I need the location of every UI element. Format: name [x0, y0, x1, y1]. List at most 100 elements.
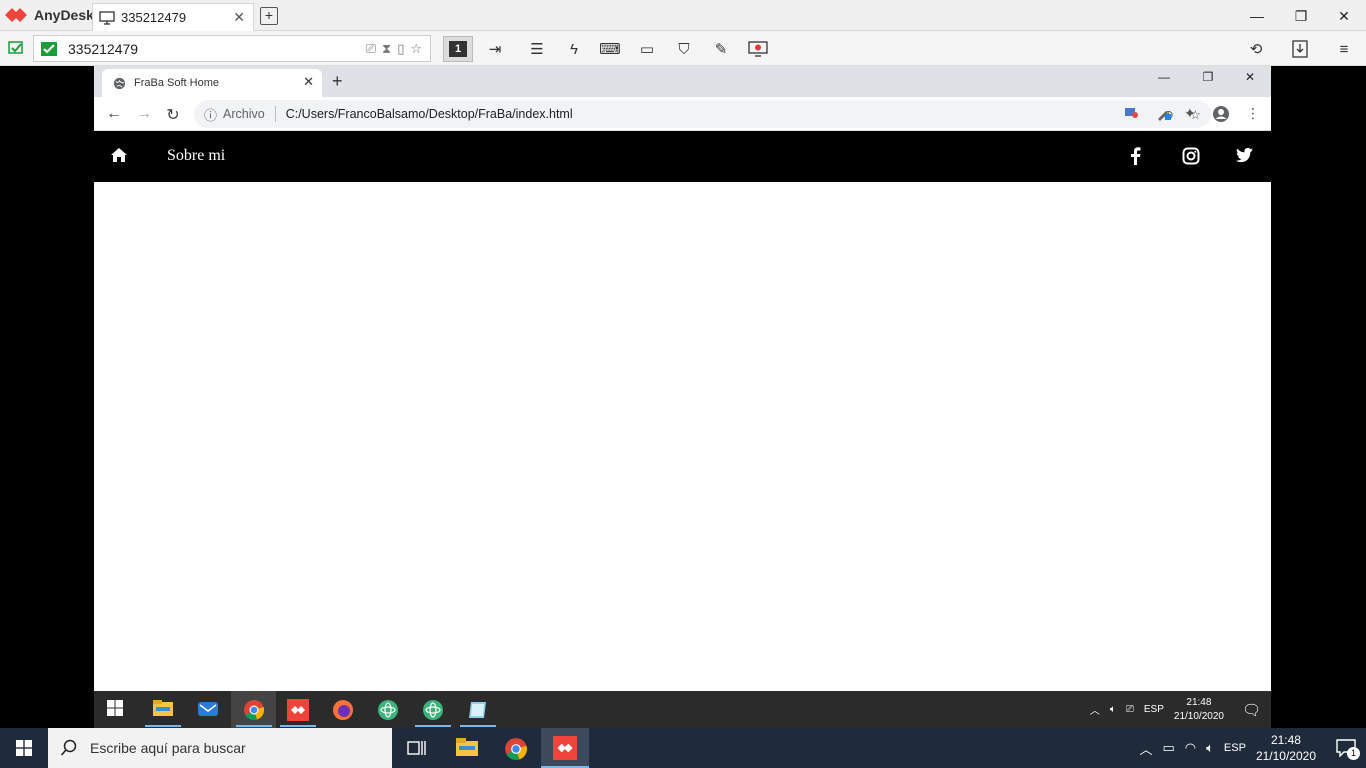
- restore-button[interactable]: ❐: [1279, 4, 1323, 28]
- address-url: C:/Users/FrancoBalsamo/Desktop/FraBa/ind…: [285, 107, 573, 121]
- battery-icon[interactable]: ▭: [1162, 740, 1174, 756]
- screen-off-icon[interactable]: ⎚: [366, 41, 376, 57]
- nav-link-sobre-mi[interactable]: Sobre mi: [167, 147, 225, 165]
- action-lightning-icon[interactable]: ϟ: [562, 37, 586, 61]
- file-transfer-icon[interactable]: ⇥: [483, 37, 507, 61]
- record-icon[interactable]: [746, 37, 770, 61]
- browser-tab[interactable]: FraBa Soft Home ✕: [102, 69, 322, 97]
- anydesk-session-tab[interactable]: 335212479 ✕: [92, 3, 254, 31]
- remote-language-indicator[interactable]: ESP: [1144, 704, 1164, 715]
- extensions-puzzle-icon[interactable]: ✦: [1184, 105, 1196, 122]
- anydesk-logo-icon: [5, 8, 27, 22]
- time: 21:48: [1270, 733, 1301, 747]
- remote-time: 21:48: [1186, 696, 1212, 708]
- taskbar-search-box[interactable]: Escribe aquí para buscar: [48, 728, 392, 768]
- remote-file-explorer-icon[interactable]: [152, 699, 174, 721]
- anydesk-toolbar: 335212479 ⎚ ⧗ ▯ ☆ 1 ⇥ ☰ ϟ ⌨ ▭ ⛉ ✎ ⟲ ≡: [0, 31, 1366, 66]
- remote-atom-app-icon-2[interactable]: [422, 699, 444, 721]
- chrome-icon[interactable]: [504, 737, 528, 761]
- start-windows-icon[interactable]: [0, 728, 48, 768]
- permissions-shield-icon[interactable]: ⛉: [672, 37, 696, 61]
- new-tab-button[interactable]: +: [332, 71, 343, 92]
- instagram-icon[interactable]: [1182, 147, 1200, 165]
- remote-system-tray: ︿ 🔈︎ ⎚ ESP 21:48 21/10/2020 🗨︎: [1090, 691, 1261, 728]
- info-icon[interactable]: ⓘ: [204, 105, 217, 124]
- active-indicator: [280, 725, 316, 727]
- remote-firefox-icon[interactable]: [332, 699, 354, 721]
- forward-arrow-icon[interactable]: →: [134, 105, 154, 123]
- eyedropper-extension-icon[interactable]: [1156, 105, 1172, 121]
- favorite-star-icon[interactable]: ☆: [410, 41, 422, 57]
- back-arrow-icon[interactable]: ←: [104, 105, 124, 123]
- globe-icon: [113, 77, 126, 89]
- display-icon[interactable]: ▭: [635, 37, 659, 61]
- local-taskbar: Escribe aquí para buscar ︿ ▭ ◠ 🔈︎ ESP 21…: [0, 728, 1366, 768]
- remote-mail-icon[interactable]: [197, 699, 219, 721]
- twitter-icon[interactable]: [1236, 147, 1254, 163]
- chat-icon[interactable]: ☰: [525, 37, 549, 61]
- file-explorer-icon[interactable]: [455, 737, 479, 761]
- minimize-button[interactable]: —: [1235, 4, 1279, 28]
- active-indicator: [236, 725, 272, 727]
- action-center-icon[interactable]: 1: [1336, 739, 1360, 760]
- keyboard-icon[interactable]: ⌨: [598, 37, 622, 61]
- address-bar[interactable]: ⓘ Archivo C:/Users/FrancoBalsamo/Desktop…: [194, 100, 1211, 128]
- home-icon[interactable]: [110, 147, 128, 163]
- browser-close-button[interactable]: ✕: [1230, 70, 1270, 84]
- history-icon[interactable]: ⟲: [1244, 37, 1268, 61]
- extension-icon[interactable]: [1124, 105, 1138, 119]
- active-indicator: [415, 725, 451, 727]
- clipboard-icon[interactable]: ▯: [397, 41, 404, 57]
- profile-avatar-icon[interactable]: [1212, 105, 1230, 123]
- monitor-number: 1: [449, 41, 467, 57]
- browser-minimize-button[interactable]: —: [1144, 70, 1184, 84]
- local-system-tray: ︿ ▭ ◠ 🔈︎ ESP 21:48 21/10/2020 1: [1139, 728, 1366, 768]
- anydesk-taskbar-button[interactable]: [541, 728, 589, 768]
- volume-icon[interactable]: 🔈︎: [1206, 740, 1214, 756]
- remote-chrome-icon[interactable]: [243, 699, 265, 721]
- date: 21/10/2020: [1255, 749, 1316, 763]
- remote-notification-icon[interactable]: 🗨︎: [1242, 701, 1261, 719]
- browser-tab-strip: FraBa Soft Home ✕ + — ❐ ✕: [94, 66, 1271, 97]
- facebook-icon[interactable]: [1129, 147, 1141, 165]
- install-download-icon[interactable]: [1288, 37, 1312, 61]
- anydesk-tab-label: 335212479: [121, 10, 187, 25]
- kebab-menu-icon[interactable]: ⋮: [1246, 105, 1260, 122]
- remote-start-windows-icon[interactable]: [106, 699, 128, 721]
- new-tab-button[interactable]: +: [260, 7, 278, 25]
- remote-address-value: 335212479: [68, 40, 139, 57]
- remote-notes-app-icon[interactable]: [467, 699, 489, 721]
- task-view-icon[interactable]: [405, 737, 429, 761]
- verified-icon: [41, 41, 57, 56]
- anydesk-title-bar: AnyDesk 335212479 ✕ + — ❐ ✕: [0, 0, 1366, 31]
- active-indicator: [145, 725, 181, 727]
- remote-atom-app-icon[interactable]: [377, 699, 399, 721]
- anydesk-icon: [553, 736, 577, 760]
- hamburger-menu-icon[interactable]: ≡: [1332, 37, 1356, 61]
- reload-icon[interactable]: ↻: [163, 105, 183, 124]
- browser-toolbar: ← → ↻ ⓘ Archivo C:/Users/FrancoBalsamo/D…: [94, 97, 1271, 131]
- browser-tab-title: FraBa Soft Home: [134, 77, 219, 89]
- wifi-icon[interactable]: ◠: [1185, 740, 1196, 756]
- language-indicator[interactable]: ESP: [1224, 742, 1246, 754]
- close-icon[interactable]: ✕: [233, 9, 245, 26]
- remote-address-field[interactable]: 335212479 ⎚ ⧗ ▯ ☆: [33, 35, 431, 62]
- clock[interactable]: 21:48 21/10/2020: [1256, 732, 1316, 764]
- monitor-select-button[interactable]: 1: [443, 36, 473, 62]
- remote-clock[interactable]: 21:48 21/10/2020: [1174, 696, 1224, 724]
- volume-icon[interactable]: 🔈︎: [1110, 704, 1116, 715]
- hourglass-icon[interactable]: ⧗: [382, 41, 391, 57]
- remote-anydesk-icon[interactable]: [287, 699, 309, 721]
- network-icon[interactable]: ⎚: [1126, 704, 1134, 715]
- show-hidden-icons-chevron-icon[interactable]: ︿: [1090, 702, 1100, 717]
- notification-count-badge: 1: [1347, 747, 1360, 760]
- show-hidden-icons-chevron-icon[interactable]: ︿: [1139, 739, 1152, 758]
- close-tab-icon[interactable]: ✕: [303, 74, 314, 90]
- whiteboard-pen-icon[interactable]: ✎: [709, 37, 733, 61]
- active-indicator: [460, 725, 496, 727]
- browser-restore-button[interactable]: ❐: [1188, 70, 1228, 84]
- site-navbar: Sobre mi: [94, 131, 1271, 182]
- monitor-icon: [99, 10, 115, 25]
- close-window-button[interactable]: ✕: [1322, 4, 1366, 28]
- page-body: [94, 182, 1271, 691]
